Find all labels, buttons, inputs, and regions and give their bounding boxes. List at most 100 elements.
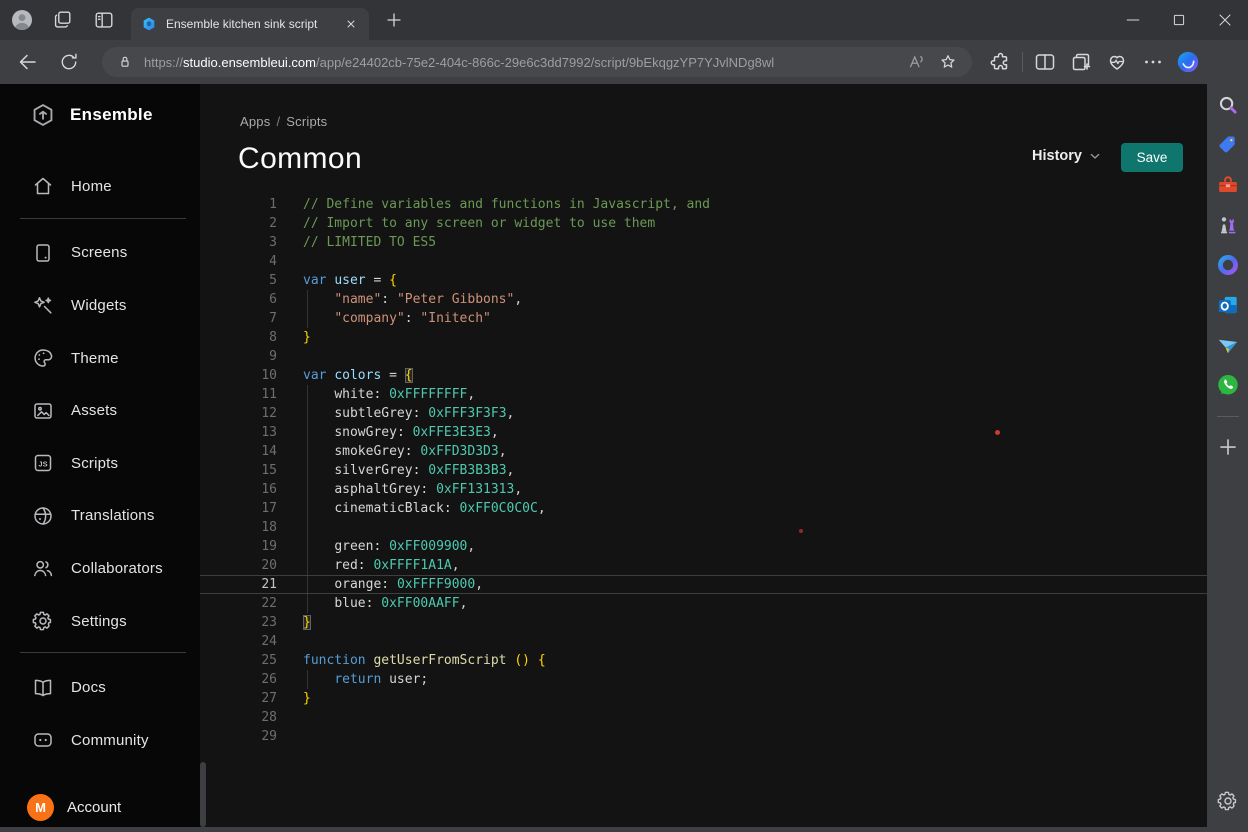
code-line-active[interactable]: 21 orange: 0xFFFF9000,	[200, 575, 1207, 594]
code-text: "company": "Initech"	[303, 309, 1207, 328]
translations-icon	[31, 504, 55, 528]
line-number: 13	[200, 423, 303, 442]
code-line[interactable]: 6 "name": "Peter Gibbons",	[200, 290, 1207, 309]
sidebar-item-translations[interactable]: Translations	[0, 490, 200, 543]
sidebar-item-collaborators[interactable]: Collaborators	[0, 542, 200, 595]
rail-games-icon[interactable]	[1215, 212, 1241, 238]
code-line[interactable]: 29	[200, 727, 1207, 746]
line-number: 2	[200, 214, 303, 233]
code-line[interactable]: 2// Import to any screen or widget to us…	[200, 214, 1207, 233]
breadcrumb-scripts[interactable]: Scripts	[286, 114, 327, 129]
code-text: function getUserFromScript () {	[303, 651, 1207, 670]
refresh-button[interactable]	[58, 51, 80, 73]
app-sidebar: Ensemble Home Screens Widgets ThemeAssetsJS…	[0, 84, 200, 827]
code-line[interactable]: 7 "company": "Initech"	[200, 309, 1207, 328]
rail-customize-button[interactable]	[1215, 434, 1241, 460]
sidebar-item-screens[interactable]: Screens	[0, 227, 200, 280]
workspaces-icon[interactable]	[51, 9, 73, 31]
tab-actions-icon[interactable]	[93, 9, 115, 31]
sidebar-item-docs[interactable]: Docs	[0, 661, 200, 714]
browser-essentials-icon[interactable]	[1105, 50, 1129, 74]
rail-microsoft-365-icon[interactable]	[1215, 252, 1241, 278]
rail-tools-icon[interactable]	[1215, 172, 1241, 198]
code-line[interactable]: 28	[200, 708, 1207, 727]
maximize-icon	[1169, 10, 1189, 30]
sidebar-scrollbar-thumb[interactable]	[200, 762, 206, 827]
split-screen-icon[interactable]	[1033, 50, 1057, 74]
rail-shopping-icon[interactable]	[1215, 132, 1241, 158]
sidebar-item-theme[interactable]: Theme	[0, 332, 200, 385]
browser-toolbar: https://studio.ensembleui.com/app/e24402…	[0, 40, 1248, 84]
read-aloud-icon[interactable]	[906, 52, 926, 72]
rail-drop-icon[interactable]	[1215, 332, 1241, 358]
code-line[interactable]: 1// Define variables and functions in Ja…	[200, 195, 1207, 214]
code-line[interactable]: 12 subtleGrey: 0xFFF3F3F3,	[200, 404, 1207, 423]
code-line[interactable]: 19 green: 0xFF009900,	[200, 537, 1207, 556]
code-line[interactable]: 16 asphaltGrey: 0xFF131313,	[200, 480, 1207, 499]
code-line[interactable]: 3// LIMITED TO ES5	[200, 233, 1207, 252]
browser-tab[interactable]: Ensemble kitchen sink script	[131, 8, 369, 40]
copilot-icon[interactable]	[1175, 49, 1201, 75]
toolbar-divider	[1022, 52, 1023, 72]
code-line[interactable]: 22 blue: 0xFF00AAFF,	[200, 594, 1207, 613]
more-menu-icon[interactable]	[1141, 50, 1165, 74]
save-button[interactable]: Save	[1121, 143, 1183, 172]
url-text[interactable]: https://studio.ensembleui.com/app/e24402…	[144, 55, 894, 70]
code-line[interactable]: 24	[200, 632, 1207, 651]
breadcrumb-apps[interactable]: Apps	[240, 114, 270, 129]
maximize-button[interactable]	[1156, 0, 1202, 40]
tab-close-icon[interactable]	[343, 16, 359, 32]
code-line[interactable]: 15 silverGrey: 0xFFB3B3B3,	[200, 461, 1207, 480]
address-bar[interactable]: https://studio.ensembleui.com/app/e24402…	[102, 47, 972, 77]
rail-whatsapp-icon[interactable]	[1215, 372, 1241, 398]
profile-avatar[interactable]	[10, 8, 34, 32]
rail-outlook-icon[interactable]	[1215, 292, 1241, 318]
tab-title: Ensemble kitchen sink script	[166, 17, 337, 31]
favorite-star-icon[interactable]	[938, 52, 958, 72]
code-line[interactable]: 20 red: 0xFFFF1A1A,	[200, 556, 1207, 575]
code-line[interactable]: 25function getUserFromScript () {	[200, 651, 1207, 670]
sidebar-item-assets[interactable]: Assets	[0, 384, 200, 437]
code-line[interactable]: 23}	[200, 613, 1207, 632]
code-line[interactable]: 9	[200, 347, 1207, 366]
sidebar-item-home[interactable]: Home	[0, 160, 200, 213]
sidebar-item-label: Widgets	[71, 297, 127, 314]
code-line[interactable]: 18	[200, 518, 1207, 537]
new-tab-button[interactable]	[383, 9, 405, 31]
code-line[interactable]: 27}	[200, 689, 1207, 708]
rail-search-icon[interactable]	[1215, 92, 1241, 118]
code-text: // LIMITED TO ES5	[303, 233, 1207, 252]
brand[interactable]: Ensemble	[0, 84, 200, 146]
browser-window: Ensemble kitchen sink script https://stu…	[0, 0, 1248, 832]
code-line[interactable]: 4	[200, 252, 1207, 271]
sidebar-item-community[interactable]: Community	[0, 714, 200, 767]
sidebar-item-label: Collaborators	[71, 560, 163, 577]
code-line[interactable]: 14 smokeGrey: 0xFFD3D3D3,	[200, 442, 1207, 461]
collections-icon[interactable]	[1069, 50, 1093, 74]
account-avatar: M	[27, 794, 54, 821]
code-line[interactable]: 10var colors = {	[200, 366, 1207, 385]
extensions-icon[interactable]	[988, 50, 1012, 74]
sidebar-item-label: Docs	[71, 679, 106, 696]
rail-divider	[1217, 416, 1239, 417]
code-line[interactable]: 11 white: 0xFFFFFFFF,	[200, 385, 1207, 404]
sidebar-item-scripts[interactable]: JSScripts	[0, 437, 200, 490]
back-button[interactable]	[16, 50, 40, 74]
history-dropdown[interactable]: History	[1032, 148, 1103, 164]
code-line[interactable]: 17 cinematicBlack: 0xFF0C0C0C,	[200, 499, 1207, 518]
code-line[interactable]: 26 return user;	[200, 670, 1207, 689]
line-number: 19	[200, 537, 303, 556]
code-editor[interactable]: 1// Define variables and functions in Ja…	[200, 195, 1207, 746]
sidebar-item-settings[interactable]: Settings	[0, 595, 200, 648]
sidebar-item-widgets[interactable]: Widgets	[0, 279, 200, 332]
lock-icon[interactable]	[116, 53, 134, 71]
sidebar-item-account[interactable]: M Account	[0, 787, 200, 827]
code-line[interactable]: 13 snowGrey: 0xFFE3E3E3,	[200, 423, 1207, 442]
code-line[interactable]: 5var user = {	[200, 271, 1207, 290]
page-title: Common	[238, 142, 362, 176]
code-line[interactable]: 8}	[200, 328, 1207, 347]
close-button[interactable]	[1202, 0, 1248, 40]
line-number: 28	[200, 708, 303, 727]
minimize-button[interactable]	[1110, 0, 1156, 40]
rail-settings-gear-icon[interactable]	[1216, 789, 1240, 813]
